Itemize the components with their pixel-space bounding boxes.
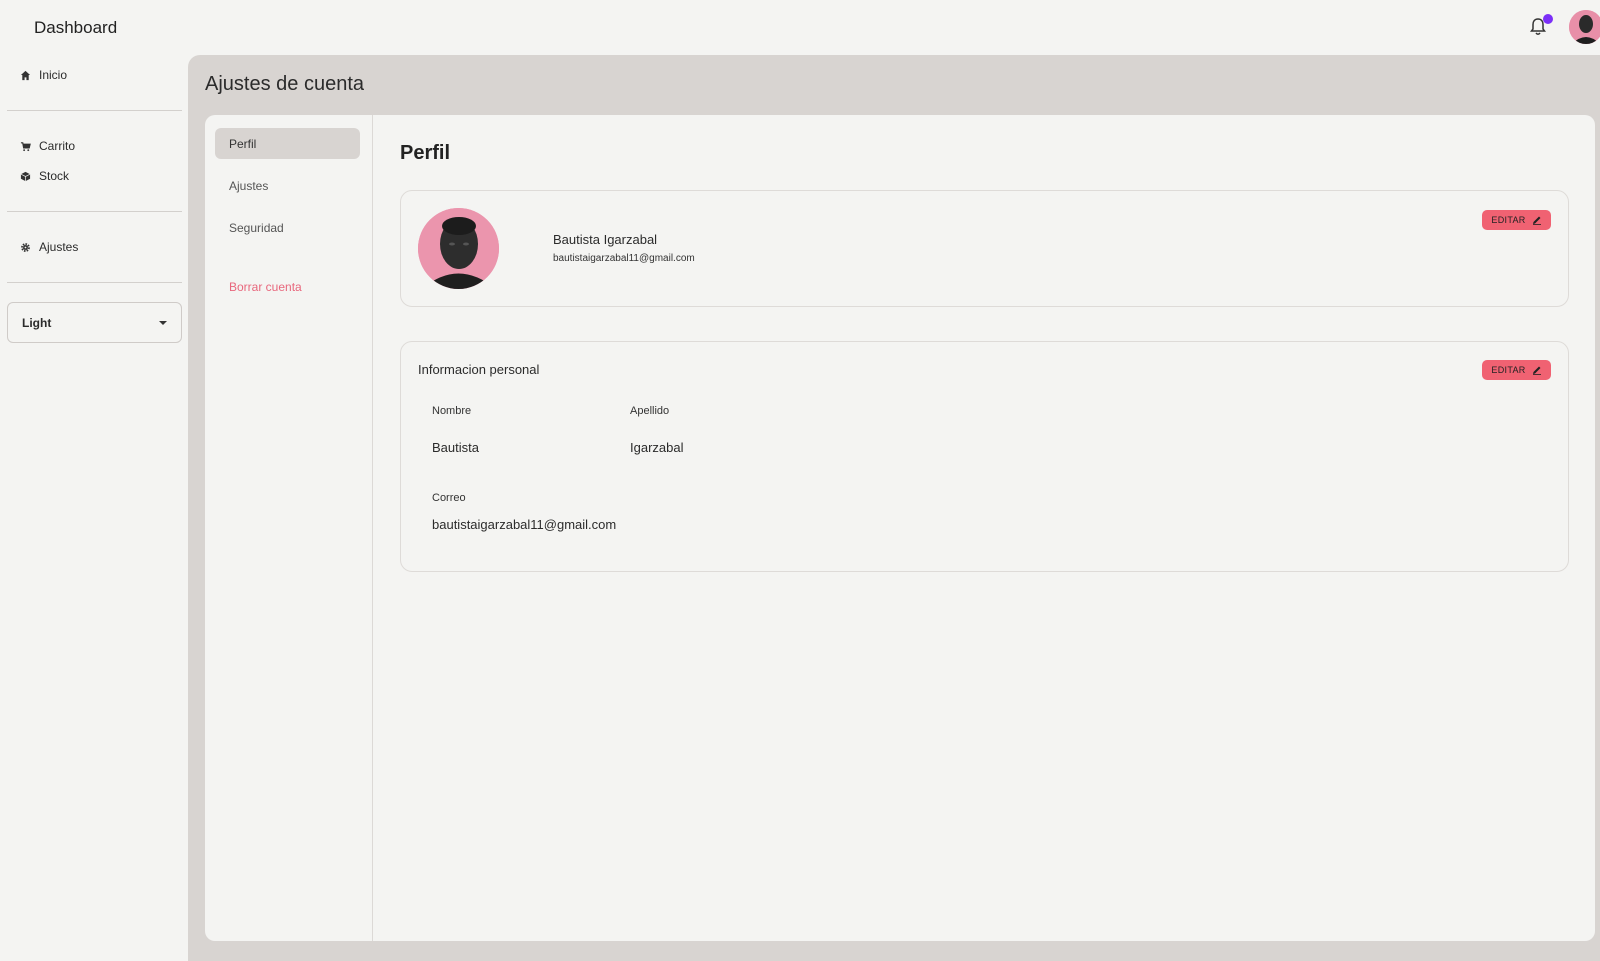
profile-name: Bautista Igarzabal (553, 232, 658, 247)
edit-profile-button[interactable]: EDITAR (1482, 210, 1551, 230)
delete-account-link[interactable]: Borrar cuenta (215, 271, 360, 302)
avatar-portrait-icon (1569, 10, 1600, 44)
settings-subnav: Perfil Ajustes Seguridad Borrar cuenta (205, 115, 373, 941)
personal-info-panel: Informacion personal EDITAR Nombre Bauti… (400, 341, 1569, 572)
box-icon (20, 171, 31, 181)
home-icon (20, 70, 31, 80)
profile-avatar (418, 208, 499, 289)
settings-card: Perfil Ajustes Seguridad Borrar cuenta P… (205, 115, 1595, 941)
sidebar-item-label: Stock (39, 169, 70, 183)
section-title: Perfil (400, 142, 451, 164)
subnav-item-ajustes[interactable]: Ajustes (215, 170, 360, 201)
main-area: Ajustes de cuenta Perfil Ajustes Segurid… (188, 55, 1600, 961)
first-name-value: Bautista (432, 440, 479, 455)
email-value: bautistaigarzabal11@gmail.com (432, 517, 617, 532)
sidebar-divider (7, 110, 182, 111)
app-title: Dashboard (34, 18, 118, 37)
app-root: Dashboard Inicio Carrito Stock Ajustes L… (0, 0, 1600, 961)
first-name-label: Nombre (432, 405, 472, 417)
sidebar-item-inicio[interactable]: Inicio (20, 68, 67, 82)
profile-panel: Bautista Igarzabal bautistaigarzabal11@g… (400, 190, 1569, 307)
page-title: Ajustes de cuenta (205, 73, 364, 95)
profile-email: bautistaigarzabal11@gmail.com (553, 253, 695, 264)
chevron-down-icon (159, 320, 167, 325)
pencil-icon (1532, 366, 1541, 375)
subnav-item-perfil[interactable]: Perfil (215, 128, 360, 159)
subnav-item-seguridad[interactable]: Seguridad (215, 212, 360, 243)
last-name-value: Igarzabal (630, 440, 684, 455)
notification-badge (1543, 14, 1553, 24)
cart-icon (20, 141, 31, 151)
theme-select-value: Light (22, 315, 52, 330)
settings-content: Perfil Bautista Igarzabal bautistaigarza… (400, 115, 1595, 941)
sidebar-item-label: Inicio (39, 68, 68, 82)
sidebar-item-stock[interactable]: Stock (20, 169, 69, 183)
sidebar-item-label: Carrito (39, 139, 76, 153)
edit-personal-info-button[interactable]: EDITAR (1482, 360, 1551, 380)
edit-button-label: EDITAR (1491, 365, 1526, 375)
theme-select[interactable]: Light (7, 302, 182, 343)
last-name-label: Apellido (630, 405, 670, 417)
avatar-portrait-icon (418, 208, 499, 289)
sidebar-item-carrito[interactable]: Carrito (20, 139, 75, 153)
sidebar-divider (7, 211, 182, 212)
personal-info-title: Informacion personal (418, 362, 540, 377)
sidebar-item-label: Ajustes (39, 240, 79, 254)
sidebar-item-ajustes[interactable]: Ajustes (20, 240, 78, 254)
email-label: Correo (432, 492, 466, 504)
pencil-icon (1532, 216, 1541, 225)
sidebar-divider (7, 282, 182, 283)
user-avatar[interactable] (1569, 10, 1600, 44)
edit-button-label: EDITAR (1491, 215, 1526, 225)
gear-icon (21, 242, 30, 252)
